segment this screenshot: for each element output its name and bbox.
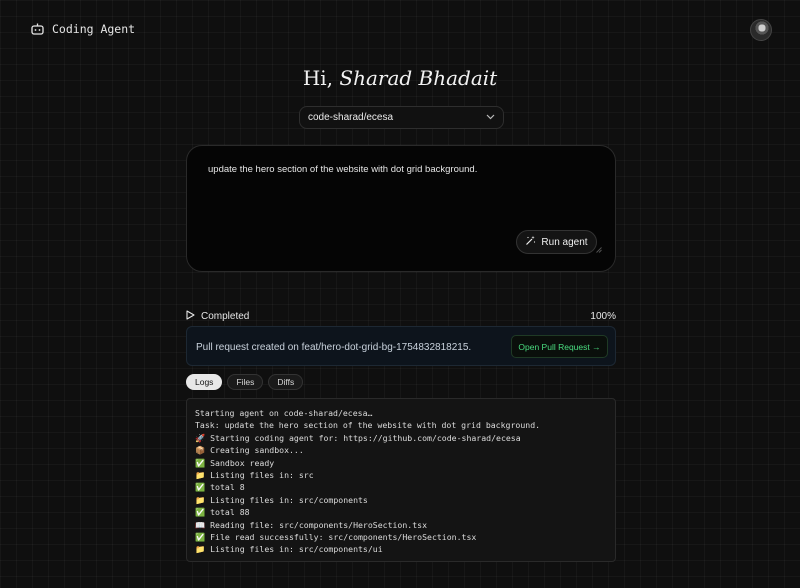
play-icon xyxy=(186,309,195,323)
resize-handle-icon[interactable] xyxy=(596,240,602,258)
status-label: Completed xyxy=(201,310,250,322)
log-line: Task: update the hero section of the web… xyxy=(195,420,541,431)
pull-request-banner: Pull request created on feat/hero-dot-gr… xyxy=(186,326,616,366)
top-bar: Coding Agent xyxy=(0,0,800,60)
user-name: Sharad Bhadait xyxy=(339,66,498,90)
log-line: 📁 Listing files in: src xyxy=(195,470,314,481)
prompt-text[interactable]: update the hero section of the website w… xyxy=(208,164,477,175)
robot-icon xyxy=(31,23,44,35)
log-panel[interactable]: Starting agent on code-sharad/ecesa… Tas… xyxy=(186,398,616,562)
prompt-input[interactable]: update the hero section of the website w… xyxy=(186,145,616,272)
open-pull-request-button[interactable]: Open Pull Request → xyxy=(511,335,608,358)
log-line: ✅ File read successfully: src/components… xyxy=(195,532,477,543)
chevron-down-icon xyxy=(486,112,495,123)
output-tabs: Logs Files Diffs xyxy=(186,374,304,390)
repo-select[interactable]: code-sharad/ecesa xyxy=(299,106,504,129)
progress-value: 100% xyxy=(590,310,616,322)
log-line: 📦 Creating sandbox... xyxy=(195,445,304,456)
log-line: ✅ total 88 xyxy=(195,507,250,518)
log-line: 📁 Listing files in: src/components/ui xyxy=(195,544,383,555)
run-agent-label: Run agent xyxy=(541,236,588,248)
magic-wand-icon xyxy=(525,235,536,249)
log-line: ✅ total 8 xyxy=(195,482,245,493)
log-line: 📖 Reading file: src/components/HeroSecti… xyxy=(195,519,428,530)
run-agent-button[interactable]: Run agent xyxy=(516,230,597,254)
pull-request-message: Pull request created on feat/hero-dot-gr… xyxy=(196,342,472,353)
tab-logs[interactable]: Logs xyxy=(186,374,223,390)
log-line: Starting agent on code-sharad/ecesa… xyxy=(195,408,373,418)
greeting: Hi, Sharad Bhadait xyxy=(0,66,800,90)
greeting-prefix: Hi, xyxy=(302,66,334,90)
brand[interactable]: Coding Agent xyxy=(31,22,135,36)
brand-label: Coding Agent xyxy=(52,22,136,36)
log-line: ✅ Sandbox ready xyxy=(195,457,275,468)
log-line: 🚀 Starting coding agent for: https://git… xyxy=(195,432,521,443)
tab-diffs[interactable]: Diffs xyxy=(268,374,304,390)
log-line: 📁 Listing files in: src/components xyxy=(195,494,368,505)
status-row: Completed 100% xyxy=(186,309,616,323)
tab-files[interactable]: Files xyxy=(227,374,264,390)
repo-select-value: code-sharad/ecesa xyxy=(308,112,394,123)
avatar[interactable] xyxy=(750,19,772,41)
